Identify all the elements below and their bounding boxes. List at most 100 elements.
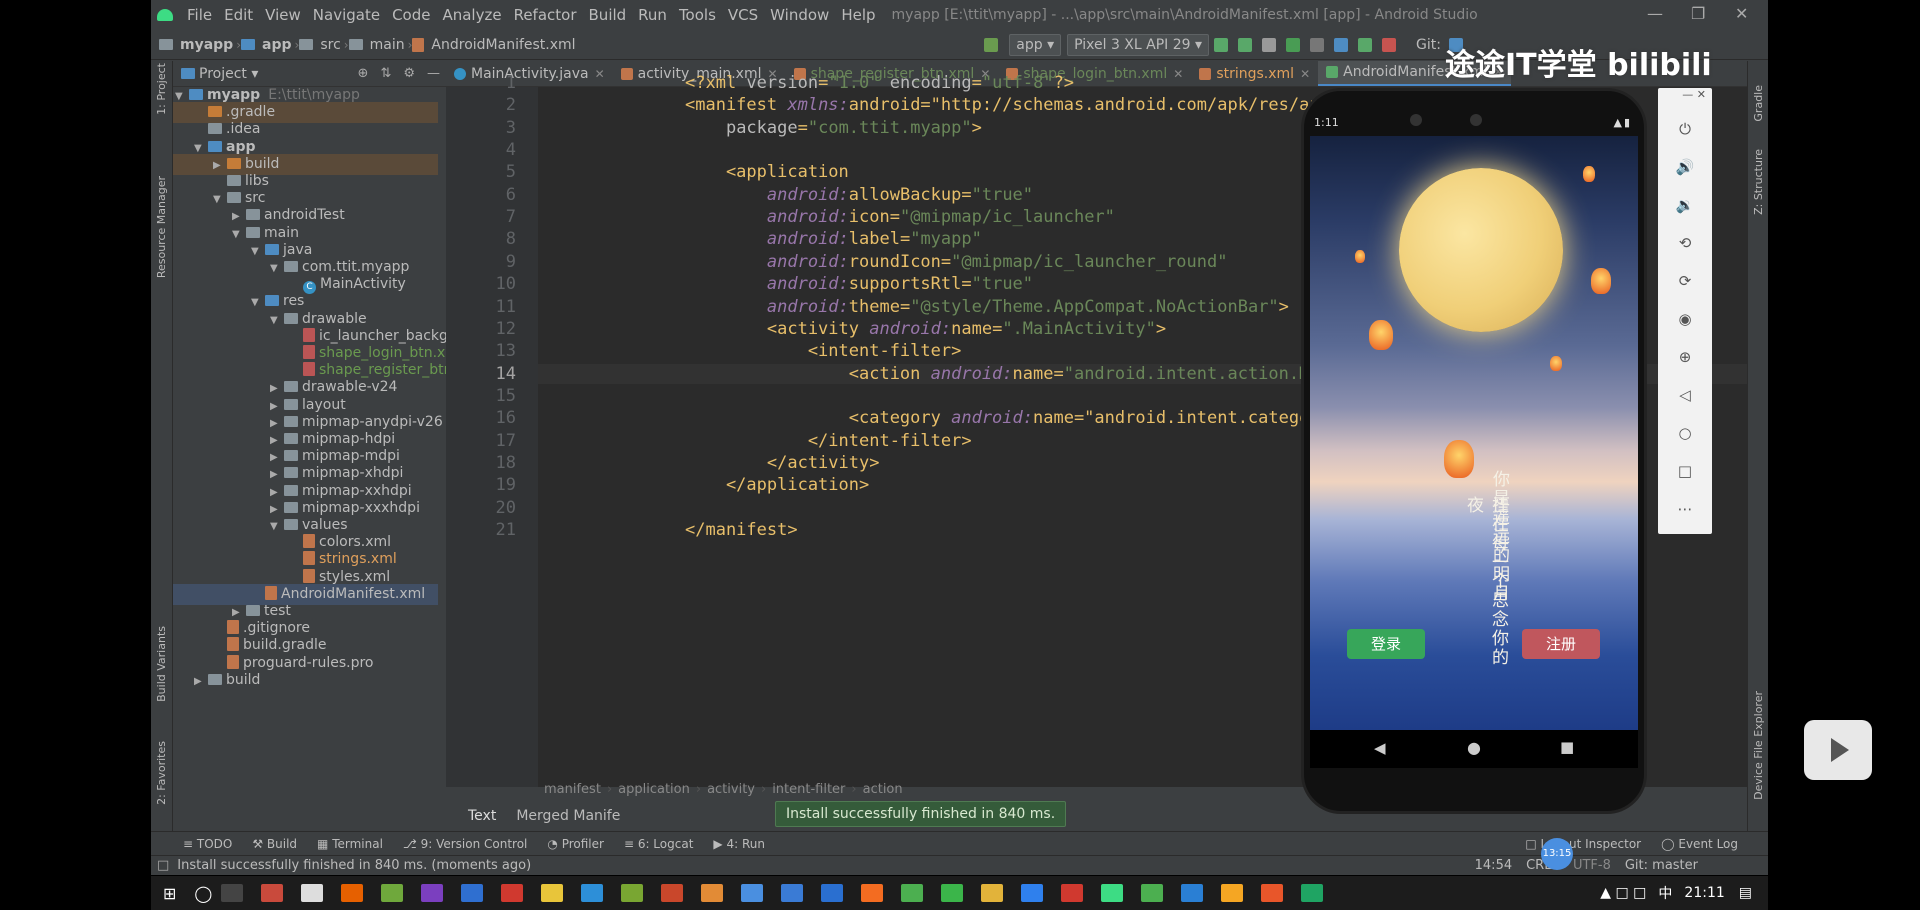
file-encoding[interactable]: UTF-8 — [1573, 858, 1611, 873]
close-icon[interactable]: ✕ — [1735, 4, 1748, 23]
overview-icon[interactable]: □ — [1658, 462, 1712, 480]
app-icon[interactable] — [1301, 884, 1324, 902]
apply-changes-icon[interactable] — [1214, 37, 1229, 52]
profiler-tool-button[interactable]: ◔ Profiler — [537, 837, 614, 851]
menu-window[interactable]: Window — [764, 6, 835, 24]
code-line[interactable]: android:roundIcon="@mipmap/ic_launcher_r… — [685, 252, 1228, 272]
crumb-src[interactable]: src — [317, 37, 343, 53]
device-file-explorer-tool-button[interactable]: Device File Explorer — [1752, 691, 1765, 800]
rotate-right-icon[interactable]: ⟳ — [1658, 272, 1712, 290]
code-line[interactable]: android:allowBackup="true" — [685, 185, 1033, 205]
notification-icon[interactable]: ▤ — [1739, 885, 1752, 901]
volume-up-icon[interactable]: 🔊 — [1658, 158, 1712, 176]
menu-edit[interactable]: Edit — [218, 6, 259, 24]
app-icon[interactable] — [781, 884, 804, 902]
menu-refactor[interactable]: Refactor — [508, 6, 583, 24]
app-icon[interactable] — [381, 884, 404, 902]
code-line[interactable]: <?xml version="1.0" encoding="utf-8"?> — [685, 73, 1074, 93]
xml-crumb[interactable]: manifest — [538, 782, 607, 797]
git-branch[interactable]: Git: master — [1625, 858, 1698, 873]
crumb-file[interactable]: AndroidManifest.xml — [428, 37, 578, 53]
chrome-icon[interactable] — [901, 884, 924, 902]
play-button-icon[interactable] — [1804, 720, 1872, 780]
app-icon[interactable] — [261, 884, 284, 902]
back-icon[interactable]: ◀ — [1374, 739, 1386, 757]
code-line[interactable]: </activity> — [685, 453, 880, 473]
close-tab-icon[interactable]: ✕ — [1300, 67, 1310, 81]
debug-icon[interactable] — [1286, 37, 1301, 52]
calculator-icon[interactable] — [301, 884, 324, 902]
app-icon[interactable] — [701, 884, 724, 902]
close-tab-icon[interactable]: ✕ — [1173, 67, 1183, 81]
camera-icon[interactable]: ◉ — [1658, 310, 1712, 328]
search-icon[interactable]: ◯ — [194, 884, 212, 903]
menu-build[interactable]: Build — [583, 6, 633, 24]
code-line[interactable]: <intent-filter> — [685, 341, 962, 361]
crumb-app[interactable]: app — [259, 37, 295, 53]
app-icon[interactable] — [501, 884, 524, 902]
menu-code[interactable]: Code — [386, 6, 436, 24]
profiler-icon[interactable] — [1334, 37, 1349, 52]
register-button[interactable]: 注册 — [1522, 629, 1600, 659]
app-icon[interactable] — [541, 884, 564, 902]
resource-manager-tool-button[interactable]: Resource Manager — [155, 176, 168, 278]
apply-code-changes-icon[interactable] — [1238, 37, 1253, 52]
collapse-all-icon[interactable]: ⇅ — [380, 66, 391, 81]
terminal-tool-button[interactable]: ▦ Terminal — [307, 837, 393, 851]
stop-icon[interactable] — [1382, 37, 1397, 52]
code-line[interactable]: android:supportsRtl="true" — [685, 274, 1033, 294]
rotate-left-icon[interactable]: ⟲ — [1658, 234, 1712, 252]
tray-icons[interactable]: ▲ □ □ — [1600, 885, 1646, 901]
input-method-indicator[interactable]: 中 — [1658, 883, 1672, 903]
structure-tool-button[interactable]: Z: Structure — [1752, 149, 1765, 215]
back-icon[interactable]: ◁ — [1658, 386, 1712, 404]
device-dropdown[interactable]: Pixel 3 XL API 29 ▾ — [1067, 33, 1210, 56]
app-icon[interactable] — [621, 884, 644, 902]
emulator-close-icon[interactable]: — ✕ — [1658, 88, 1712, 101]
zoom-icon[interactable]: ⊕ — [1658, 348, 1712, 366]
wechat-icon[interactable] — [941, 884, 964, 902]
tree-item[interactable]: ▶ build — [173, 670, 438, 691]
code-line[interactable]: </application> — [685, 475, 869, 495]
app-icon[interactable] — [1141, 884, 1164, 902]
menu-tools[interactable]: Tools — [673, 6, 722, 24]
code-line[interactable]: android:label="myapp" — [685, 229, 982, 249]
gear-icon[interactable]: ⚙ — [403, 66, 415, 81]
project-view-dropdown[interactable]: Project ▾ — [199, 66, 258, 82]
maximize-icon[interactable]: ❐ — [1691, 4, 1705, 23]
favorites-tool-button[interactable]: 2: Favorites — [155, 741, 168, 805]
run-config-dropdown[interactable]: app ▾ — [1009, 33, 1062, 56]
menu-run[interactable]: Run — [632, 6, 673, 24]
rerun-icon[interactable] — [1262, 37, 1277, 52]
app-icon[interactable] — [1181, 884, 1204, 902]
code-line[interactable]: <manifest xmlns:android="http://schemas.… — [685, 95, 1350, 115]
windows-start-icon[interactable]: ⊞ — [163, 884, 176, 903]
minimize-icon[interactable]: — — [1647, 4, 1663, 23]
onenote-icon[interactable] — [421, 884, 444, 902]
home-icon[interactable]: ● — [1467, 738, 1481, 757]
status-toggle-icon[interactable]: □ — [157, 858, 169, 873]
code-line[interactable]: </manifest> — [685, 520, 798, 540]
crumb-project[interactable]: myapp — [177, 37, 236, 53]
event-log-tool-button[interactable]: ◯ Event Log — [1651, 837, 1748, 851]
menu-file[interactable]: File — [181, 6, 218, 24]
xml-crumb[interactable]: intent-filter — [766, 782, 851, 797]
expand-arrow-icon[interactable]: ▶ — [194, 671, 208, 692]
xml-crumb[interactable]: activity — [701, 782, 761, 797]
code-line[interactable]: android:theme="@style/Theme.AppCompat.No… — [685, 297, 1289, 317]
hide-panel-icon[interactable]: — — [427, 66, 440, 81]
code-line[interactable]: package="com.ttit.myapp"> — [685, 118, 982, 138]
menu-view[interactable]: View — [259, 6, 307, 24]
build-variants-tool-button[interactable]: Build Variants — [155, 626, 168, 702]
tab-text[interactable]: Text — [446, 808, 506, 824]
crumb-main[interactable]: main — [367, 37, 408, 53]
code-line[interactable]: <activity android:name=".MainActivity"> — [685, 319, 1166, 339]
xml-crumb[interactable]: action — [857, 782, 909, 797]
version-control-tool-button[interactable]: ⎇ 9: Version Control — [393, 837, 537, 851]
code-line[interactable]: </intent-filter> — [685, 431, 972, 451]
file-explorer-icon[interactable] — [981, 884, 1004, 902]
volume-down-icon[interactable]: 🔉 — [1658, 196, 1712, 214]
app-icon[interactable] — [861, 884, 884, 902]
android-studio-icon[interactable] — [1101, 884, 1124, 902]
logcat-tool-button[interactable]: ≡ 6: Logcat — [614, 837, 703, 851]
